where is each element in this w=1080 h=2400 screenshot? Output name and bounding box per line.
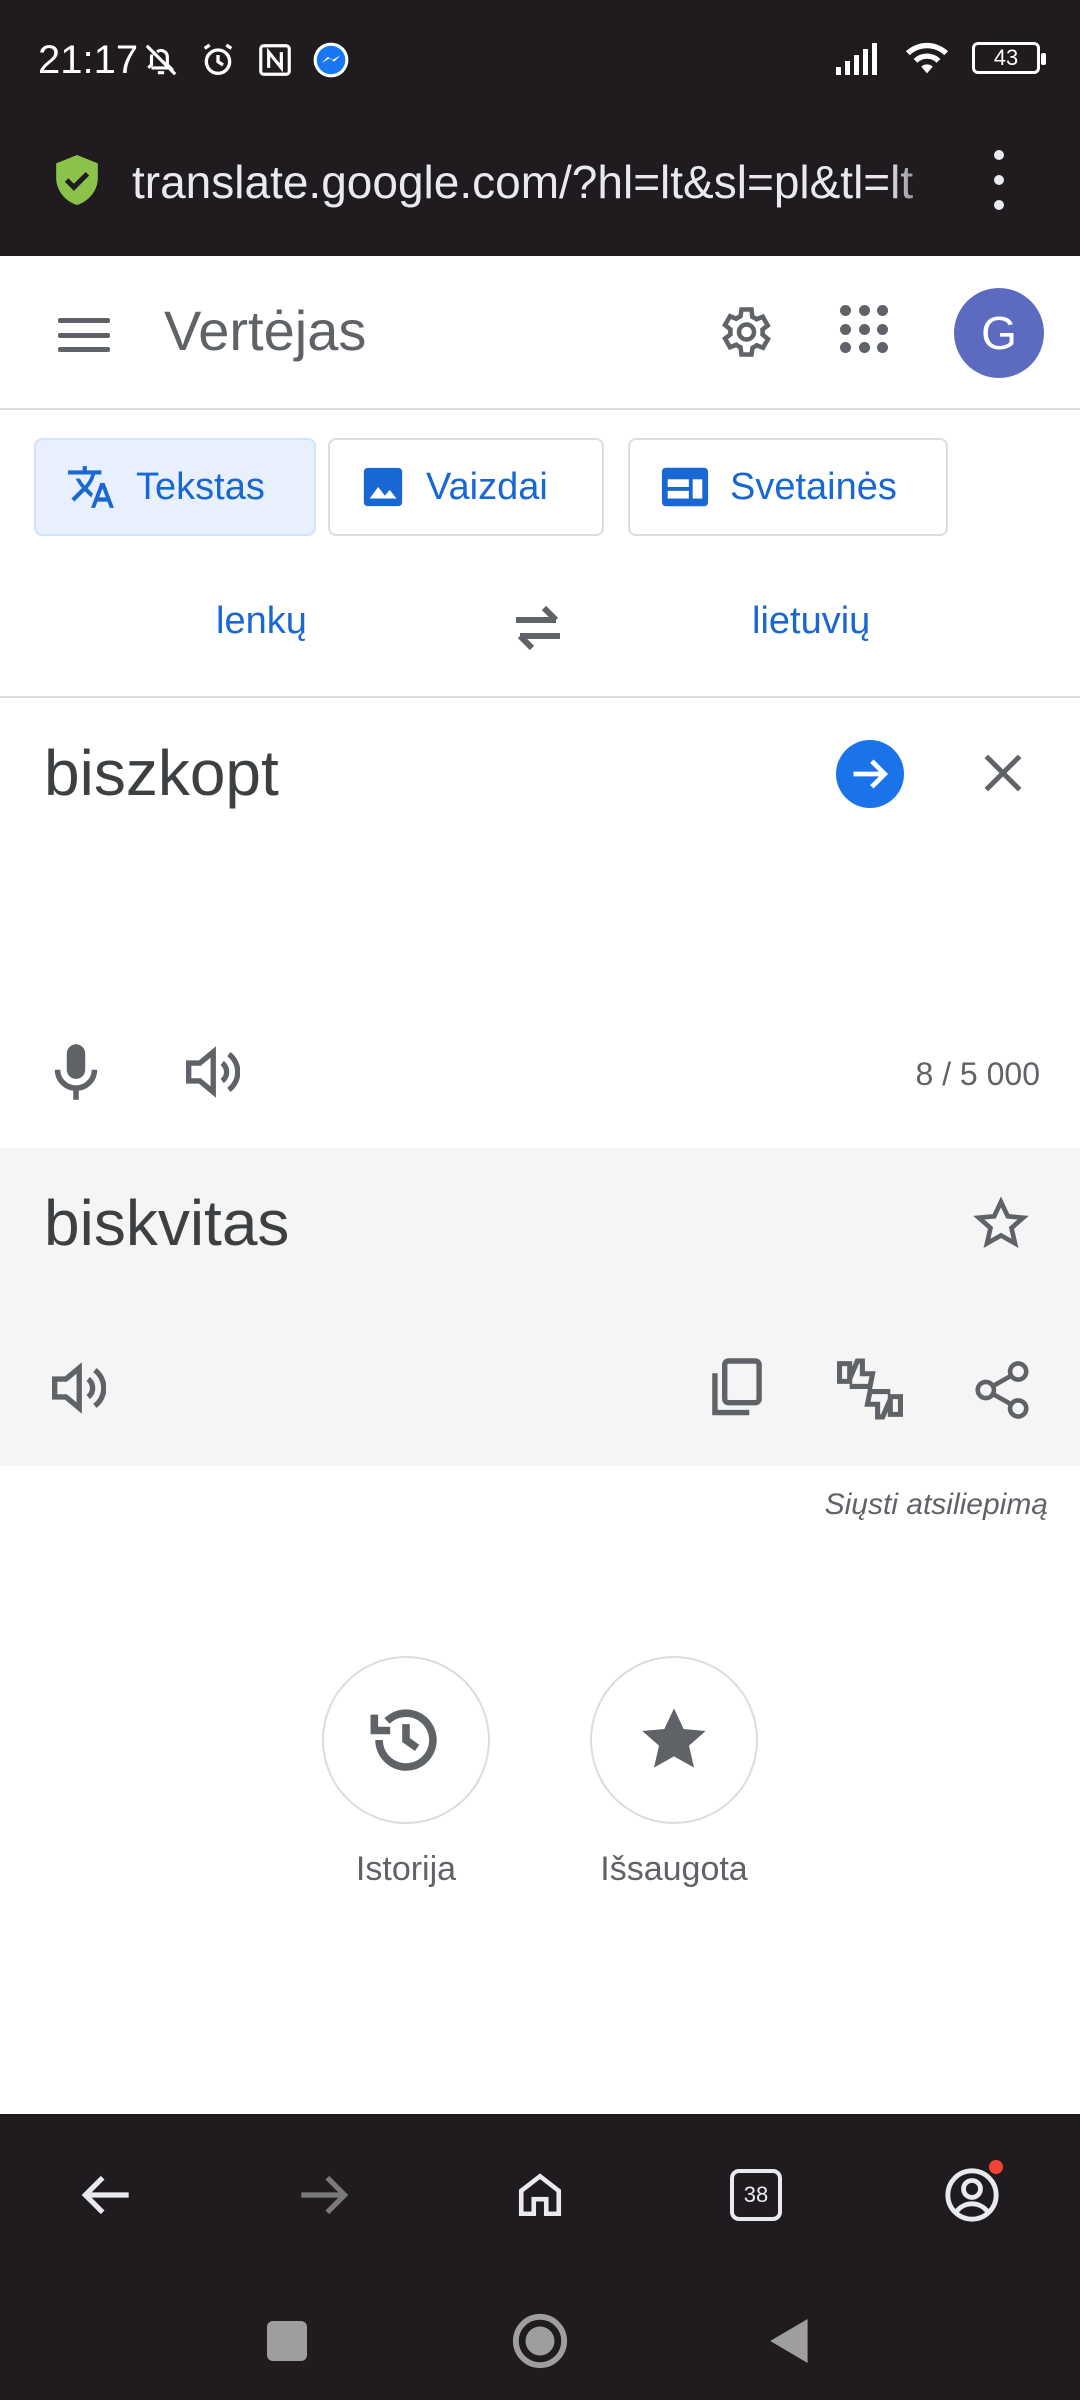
arrow-right-icon xyxy=(301,2175,349,2215)
app-title: Vertėjas xyxy=(164,299,367,362)
tab-images[interactable]: Vaizdai xyxy=(328,438,604,536)
avatar[interactable]: G xyxy=(954,288,1044,378)
translate-icon xyxy=(68,466,114,508)
tab-text[interactable]: Tekstas xyxy=(34,438,316,536)
status-left-icons xyxy=(142,40,350,80)
account-button[interactable] xyxy=(937,2160,1007,2230)
battery-level: 43 xyxy=(993,45,1019,70)
arrow-left-icon xyxy=(81,2175,129,2215)
speaker-icon[interactable] xyxy=(182,1044,240,1100)
system-home-button[interactable] xyxy=(505,2306,575,2376)
gear-icon[interactable] xyxy=(714,302,774,362)
swap-languages-icon[interactable] xyxy=(510,604,566,652)
bell-off-icon xyxy=(145,44,177,76)
hamburger-menu-icon[interactable] xyxy=(58,318,110,352)
square-icon xyxy=(267,2321,307,2361)
home-icon xyxy=(518,2173,562,2217)
wifi-icon xyxy=(905,42,949,74)
system-back-button[interactable] xyxy=(755,2306,825,2376)
status-right-icons: 43 xyxy=(834,40,1046,76)
tab-websites-label: Svetainės xyxy=(730,465,897,508)
forward-button[interactable] xyxy=(288,2160,358,2230)
back-button[interactable] xyxy=(72,2160,142,2230)
translation-result-text: biskvitas xyxy=(44,1187,290,1259)
history-label: Istorija xyxy=(355,1850,457,1888)
character-counter: 8 / 5 000 xyxy=(915,1056,1040,1092)
share-icon[interactable] xyxy=(974,1360,1030,1420)
history-icon xyxy=(370,1709,437,1771)
app-header xyxy=(0,258,1080,410)
divider xyxy=(0,696,1080,698)
website-icon xyxy=(661,467,709,507)
send-feedback-link[interactable]: Siųsti atsiliepimą xyxy=(825,1488,1048,1522)
notification-dot xyxy=(989,2160,1003,2174)
tab-text-label: Tekstas xyxy=(136,465,265,508)
star-icon xyxy=(642,1708,706,1768)
target-language-button[interactable]: lietuvių xyxy=(752,600,870,643)
source-language-button[interactable]: lenkų xyxy=(216,600,307,643)
status-time: 21:17 xyxy=(38,38,139,82)
source-text-input[interactable]: biszkopt xyxy=(44,736,279,810)
star-outline-icon[interactable] xyxy=(972,1196,1030,1252)
close-icon[interactable] xyxy=(978,748,1028,798)
rate-translation-icon[interactable] xyxy=(834,1356,906,1422)
browser-menu-icon[interactable] xyxy=(986,150,1012,210)
messenger-icon xyxy=(313,42,349,78)
url-text[interactable]: translate.google.com/?hl=lt&sl=pl&tl=lt xyxy=(132,155,952,209)
saved-label: Išsaugota xyxy=(600,1850,748,1888)
translate-go-button[interactable] xyxy=(836,740,904,808)
alarm-icon xyxy=(203,43,233,75)
saved-button[interactable] xyxy=(590,1656,758,1824)
tabs-button[interactable]: 38 xyxy=(721,2160,791,2230)
image-icon xyxy=(363,467,403,507)
account-icon xyxy=(945,2168,999,2222)
microphone-icon[interactable] xyxy=(52,1042,100,1102)
home-button[interactable] xyxy=(505,2160,575,2230)
apps-grid-icon[interactable] xyxy=(840,305,890,355)
secure-shield-icon[interactable] xyxy=(52,152,102,208)
arrow-right-icon xyxy=(853,759,889,789)
nfc-icon xyxy=(259,44,291,76)
result-speaker-icon[interactable] xyxy=(48,1360,106,1416)
tab-websites[interactable]: Svetainės xyxy=(628,438,948,536)
recents-button[interactable] xyxy=(252,2306,322,2376)
copy-icon[interactable] xyxy=(710,1358,764,1418)
triangle-back-icon xyxy=(770,2319,808,2363)
history-button[interactable] xyxy=(322,1656,490,1824)
tab-images-label: Vaizdai xyxy=(426,465,548,508)
tab-count: 38 xyxy=(730,2169,782,2221)
signal-icon xyxy=(836,43,877,75)
battery-icon: 43 xyxy=(972,42,1046,74)
circle-icon xyxy=(512,2313,568,2369)
